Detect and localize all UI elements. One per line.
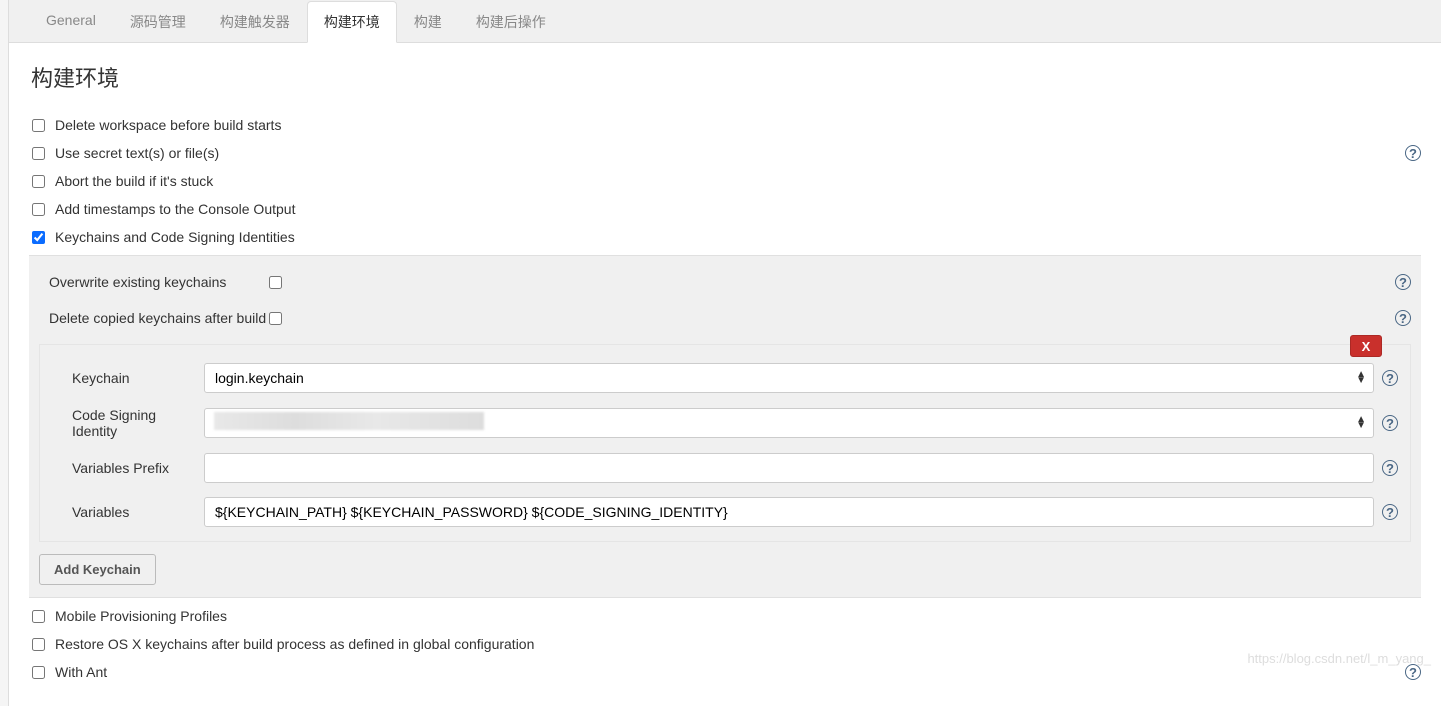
label-var-prefix: Variables Prefix: [54, 460, 204, 476]
checkbox-delete-copied[interactable]: [269, 312, 282, 325]
checkbox-with-ant[interactable]: [32, 666, 45, 679]
option-secret-text[interactable]: Use secret text(s) or file(s) ?: [23, 139, 1421, 167]
help-icon[interactable]: ?: [1382, 460, 1398, 476]
checkbox-abort-stuck[interactable]: [32, 175, 45, 188]
row-var-prefix: Variables Prefix ?: [54, 453, 1396, 483]
label-variables: Variables: [54, 504, 204, 520]
tab-general[interactable]: General: [29, 1, 113, 43]
label-delete-workspace: Delete workspace before build starts: [55, 117, 1421, 133]
tab-build-env[interactable]: 构建环境: [307, 1, 397, 43]
section-title: 构建环境: [29, 61, 1421, 93]
label-overwrite: Overwrite existing keychains: [39, 274, 269, 290]
tab-build[interactable]: 构建: [397, 1, 459, 43]
tabs-bar: General 源码管理 构建触发器 构建环境 构建 构建后操作: [9, 0, 1441, 43]
help-icon[interactable]: ?: [1382, 415, 1398, 431]
keychain-settings-panel: Overwrite existing keychains ? Delete co…: [29, 255, 1421, 598]
checkbox-secret-text[interactable]: [32, 147, 45, 160]
help-icon[interactable]: ?: [1395, 310, 1411, 326]
add-keychain-button[interactable]: Add Keychain: [39, 554, 156, 585]
keychain-select[interactable]: [204, 363, 1374, 393]
label-secret-text: Use secret text(s) or file(s): [55, 145, 1405, 161]
checkbox-delete-workspace[interactable]: [32, 119, 45, 132]
checkbox-overwrite[interactable]: [269, 276, 282, 289]
option-add-timestamps[interactable]: Add timestamps to the Console Output: [23, 195, 1421, 223]
checkbox-restore-osx[interactable]: [32, 638, 45, 651]
option-mobile-provisioning[interactable]: Mobile Provisioning Profiles: [23, 602, 1421, 630]
row-code-signing: Code Signing Identity ▲▼ ?: [54, 407, 1396, 439]
remove-keychain-button[interactable]: X: [1350, 335, 1382, 357]
option-restore-osx[interactable]: Restore OS X keychains after build proce…: [23, 630, 1421, 658]
checkbox-mobile-provisioning[interactable]: [32, 610, 45, 623]
help-icon[interactable]: ?: [1382, 370, 1398, 386]
row-keychain-select: Keychain ▲▼ ?: [54, 363, 1396, 393]
option-with-ant[interactable]: With Ant ?: [23, 658, 1421, 686]
label-code-signing: Code Signing Identity: [54, 407, 204, 439]
checkbox-add-timestamps[interactable]: [32, 203, 45, 216]
variables-input[interactable]: [204, 497, 1374, 527]
var-prefix-input[interactable]: [204, 453, 1374, 483]
redacted-content: [214, 412, 484, 430]
label-delete-copied: Delete copied keychains after build: [39, 310, 269, 326]
label-abort-stuck: Abort the build if it's stuck: [55, 173, 1421, 189]
help-icon[interactable]: ?: [1382, 504, 1398, 520]
option-delete-workspace[interactable]: Delete workspace before build starts: [23, 111, 1421, 139]
row-delete-copied: Delete copied keychains after build ?: [39, 300, 1411, 336]
label-add-timestamps: Add timestamps to the Console Output: [55, 201, 1421, 217]
label-keychain: Keychain: [54, 370, 204, 386]
label-keychains: Keychains and Code Signing Identities: [55, 229, 1421, 245]
tab-scm[interactable]: 源码管理: [113, 1, 203, 43]
tab-post-build[interactable]: 构建后操作: [459, 1, 563, 43]
option-abort-stuck[interactable]: Abort the build if it's stuck: [23, 167, 1421, 195]
row-overwrite-keychains: Overwrite existing keychains ?: [39, 264, 1411, 300]
help-icon[interactable]: ?: [1395, 274, 1411, 290]
label-restore-osx: Restore OS X keychains after build proce…: [55, 636, 1421, 652]
row-variables: Variables ?: [54, 497, 1396, 527]
keychain-entry-block: X Keychain ▲▼ ? Code Signing Identity: [39, 344, 1411, 542]
label-mobile-provisioning: Mobile Provisioning Profiles: [55, 608, 1421, 624]
checkbox-keychains[interactable]: [32, 231, 45, 244]
tab-triggers[interactable]: 构建触发器: [203, 1, 307, 43]
option-keychains[interactable]: Keychains and Code Signing Identities: [23, 223, 1421, 251]
help-icon[interactable]: ?: [1405, 145, 1421, 161]
